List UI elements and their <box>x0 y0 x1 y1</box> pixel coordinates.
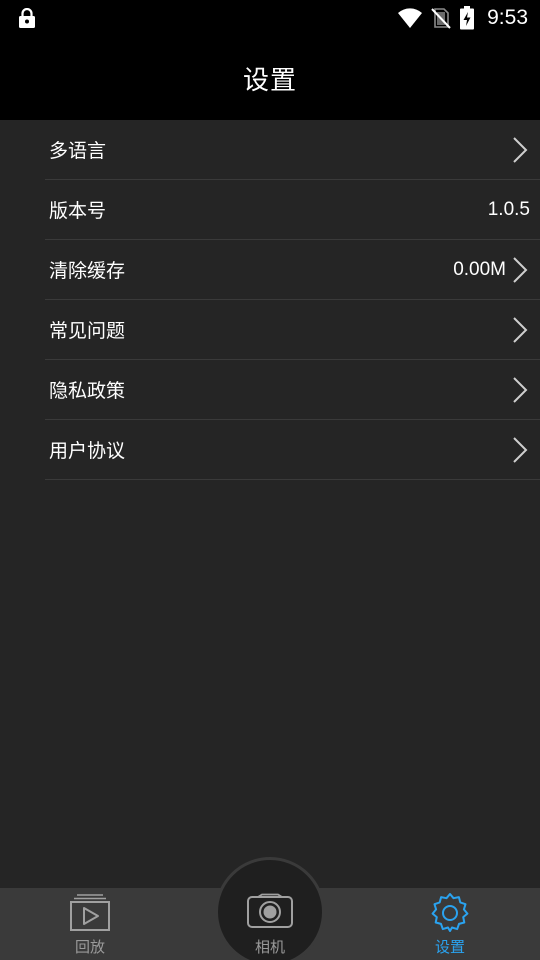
row-label: 常见问题 <box>49 320 126 342</box>
nav-label: 设置 <box>434 938 465 956</box>
nav-item-playback[interactable]: 回放 <box>0 888 180 960</box>
chevron-right-icon <box>513 136 528 163</box>
row-right <box>506 300 540 359</box>
camera-icon <box>247 893 293 928</box>
row-label: 清除缓存 <box>49 260 126 282</box>
nav-label: 回放 <box>74 938 105 956</box>
version-value: 1.0.5 <box>487 198 530 220</box>
no-sim-icon <box>431 8 451 29</box>
status-icons: 9:53 <box>397 4 528 32</box>
settings-row-privacy-policy[interactable]: 隐私政策 <box>45 360 540 420</box>
cache-size-value: 0.00M <box>453 258 506 280</box>
chevron-right-icon <box>513 256 528 283</box>
settings-row-faq[interactable]: 常见问题 <box>45 300 540 360</box>
chevron-right-icon <box>513 436 528 463</box>
status-time: 9:53 <box>487 6 528 29</box>
settings-list: 多语言 版本号 1.0.5 清除缓存 0.00M 常见问题 隐私政策 用户协议 <box>0 120 540 480</box>
chevron-right-icon <box>513 376 528 403</box>
row-label: 版本号 <box>49 200 107 222</box>
status-bar: 9:53 <box>0 0 540 36</box>
gear-icon <box>431 893 469 932</box>
battery-charging-icon <box>460 6 475 30</box>
nav-label: 相机 <box>254 938 285 956</box>
wifi-icon <box>398 8 423 28</box>
settings-row-user-agreement[interactable]: 用户协议 <box>45 420 540 480</box>
row-label: 多语言 <box>49 140 107 162</box>
settings-row-version: 版本号 1.0.5 <box>45 180 540 240</box>
row-right <box>506 120 540 179</box>
row-right: 0.00M <box>453 240 540 299</box>
nav-item-settings[interactable]: 设置 <box>360 888 540 960</box>
page-title: 设置 <box>242 65 297 96</box>
chevron-right-icon <box>513 316 528 343</box>
row-right <box>506 420 540 479</box>
row-right: 1.0.5 <box>488 180 540 239</box>
nav-item-camera[interactable]: 相机 <box>180 888 360 960</box>
row-label: 用户协议 <box>49 440 126 462</box>
playback-icon <box>70 894 110 931</box>
settings-screen: 9:53 设置 多语言 版本号 1.0.5 清除缓存 0.00M 常见问题 隐私… <box>0 0 540 960</box>
title-bar: 设置 <box>0 36 540 120</box>
row-right <box>506 360 540 419</box>
row-label: 隐私政策 <box>49 380 126 402</box>
lock-icon <box>19 8 35 28</box>
settings-row-language[interactable]: 多语言 <box>45 120 540 180</box>
settings-row-clear-cache[interactable]: 清除缓存 0.00M <box>45 240 540 300</box>
